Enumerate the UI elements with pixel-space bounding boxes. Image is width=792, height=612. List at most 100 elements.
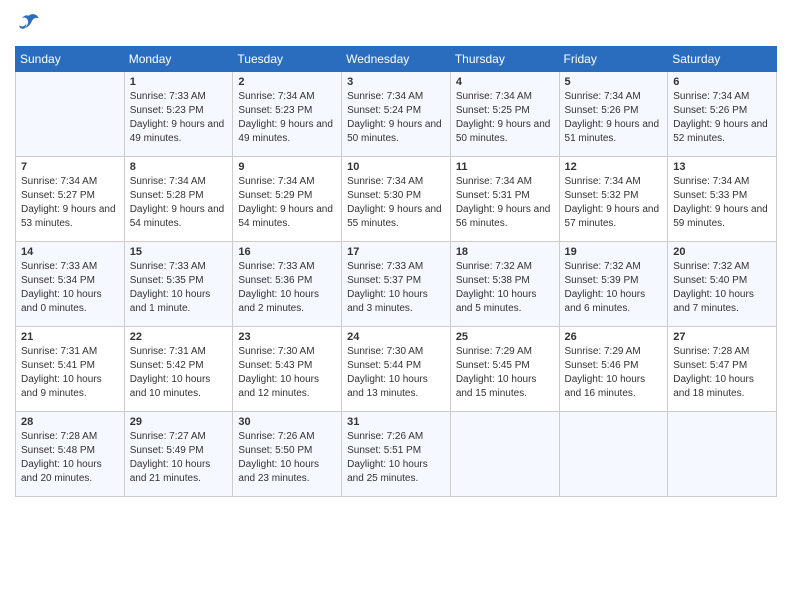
day-number: 9 xyxy=(238,161,336,173)
day-info: Sunrise: 7:34 AMSunset: 5:24 PMDaylight:… xyxy=(347,90,445,146)
calendar-cell: 12 Sunrise: 7:34 AMSunset: 5:32 PMDayligh… xyxy=(559,157,668,242)
calendar-cell: 16Sunrise: 7:33 AMSunset: 5:36 PMDayligh… xyxy=(233,242,342,327)
day-number: 10 xyxy=(347,161,445,173)
calendar-week-row: 1 Sunrise: 7:33 AMSunset: 5:23 PMDaylight… xyxy=(16,72,777,157)
calendar-cell: 1 Sunrise: 7:33 AMSunset: 5:23 PMDaylight… xyxy=(124,72,233,157)
page-container: SundayMondayTuesdayWednesdayThursdayFrid… xyxy=(0,0,792,507)
calendar-cell: 5 Sunrise: 7:34 AMSunset: 5:26 PMDaylight… xyxy=(559,72,668,157)
calendar-cell: 30Sunrise: 7:26 AMSunset: 5:50 PMDayligh… xyxy=(233,412,342,497)
day-number: 12 xyxy=(565,161,663,173)
calendar-cell: 26 Sunrise: 7:29 AMSunset: 5:46 PMDayligh… xyxy=(559,327,668,412)
calendar-cell: 15Sunrise: 7:33 AMSunset: 5:35 PMDayligh… xyxy=(124,242,233,327)
day-number: 2 xyxy=(238,76,336,88)
calendar-cell: 31 Sunrise: 7:26 AMSunset: 5:51 PMDayligh… xyxy=(342,412,451,497)
day-info: Sunrise: 7:34 AMSunset: 5:27 PMDaylight:… xyxy=(21,175,119,231)
day-info: Sunrise: 7:29 AMSunset: 5:46 PMDaylight:… xyxy=(565,345,663,401)
day-info: Sunrise: 7:28 AMSunset: 5:47 PMDaylight:… xyxy=(673,345,771,401)
calendar-cell: 28 Sunrise: 7:28 AMSunset: 5:48 PMDayligh… xyxy=(16,412,125,497)
calendar-cell xyxy=(450,412,559,497)
calendar-week-row: 14Sunrise: 7:33 AMSunset: 5:34 PMDayligh… xyxy=(16,242,777,327)
calendar-cell: 20Sunrise: 7:32 AMSunset: 5:40 PMDayligh… xyxy=(668,242,777,327)
calendar-cell: 4 Sunrise: 7:34 AMSunset: 5:25 PMDaylight… xyxy=(450,72,559,157)
day-number: 6 xyxy=(673,76,771,88)
day-number: 27 xyxy=(673,331,771,343)
weekday-header: Thursday xyxy=(450,47,559,72)
calendar-cell: 8 Sunrise: 7:34 AMSunset: 5:28 PMDaylight… xyxy=(124,157,233,242)
day-info: Sunrise: 7:33 AMSunset: 5:35 PMDaylight:… xyxy=(130,260,228,316)
day-info: Sunrise: 7:26 AMSunset: 5:51 PMDaylight:… xyxy=(347,430,445,486)
logo xyxy=(15,10,47,38)
day-info: Sunrise: 7:30 AMSunset: 5:44 PMDaylight:… xyxy=(347,345,445,401)
day-info: Sunrise: 7:34 AMSunset: 5:30 PMDaylight:… xyxy=(347,175,445,231)
day-info: Sunrise: 7:34 AMSunset: 5:23 PMDaylight:… xyxy=(238,90,336,146)
day-info: Sunrise: 7:33 AMSunset: 5:23 PMDaylight:… xyxy=(130,90,228,146)
day-number: 28 xyxy=(21,416,119,428)
weekday-header-row: SundayMondayTuesdayWednesdayThursdayFrid… xyxy=(16,47,777,72)
calendar-cell: 18Sunrise: 7:32 AMSunset: 5:38 PMDayligh… xyxy=(450,242,559,327)
day-info: Sunrise: 7:29 AMSunset: 5:45 PMDaylight:… xyxy=(456,345,554,401)
day-info: Sunrise: 7:27 AMSunset: 5:49 PMDaylight:… xyxy=(130,430,228,486)
day-number: 14 xyxy=(21,246,119,258)
day-number: 7 xyxy=(21,161,119,173)
day-info: Sunrise: 7:33 AMSunset: 5:36 PMDaylight:… xyxy=(238,260,336,316)
calendar-cell: 23 Sunrise: 7:30 AMSunset: 5:43 PMDayligh… xyxy=(233,327,342,412)
calendar-cell xyxy=(668,412,777,497)
calendar-cell: 9 Sunrise: 7:34 AMSunset: 5:29 PMDaylight… xyxy=(233,157,342,242)
calendar-cell: 22 Sunrise: 7:31 AMSunset: 5:42 PMDayligh… xyxy=(124,327,233,412)
day-info: Sunrise: 7:32 AMSunset: 5:40 PMDaylight:… xyxy=(673,260,771,316)
day-number: 11 xyxy=(456,161,554,173)
weekday-header: Tuesday xyxy=(233,47,342,72)
calendar-cell: 7 Sunrise: 7:34 AMSunset: 5:27 PMDaylight… xyxy=(16,157,125,242)
calendar-week-row: 28 Sunrise: 7:28 AMSunset: 5:48 PMDayligh… xyxy=(16,412,777,497)
day-number: 5 xyxy=(565,76,663,88)
day-info: Sunrise: 7:32 AMSunset: 5:39 PMDaylight:… xyxy=(565,260,663,316)
day-number: 25 xyxy=(456,331,554,343)
calendar-cell: 19 Sunrise: 7:32 AMSunset: 5:39 PMDayligh… xyxy=(559,242,668,327)
weekday-header: Sunday xyxy=(16,47,125,72)
day-number: 1 xyxy=(130,76,228,88)
day-number: 26 xyxy=(565,331,663,343)
day-number: 23 xyxy=(238,331,336,343)
weekday-header: Saturday xyxy=(668,47,777,72)
day-number: 8 xyxy=(130,161,228,173)
day-number: 21 xyxy=(21,331,119,343)
day-info: Sunrise: 7:33 AMSunset: 5:37 PMDaylight:… xyxy=(347,260,445,316)
calendar-cell: 11 Sunrise: 7:34 AMSunset: 5:31 PMDayligh… xyxy=(450,157,559,242)
calendar-cell: 14Sunrise: 7:33 AMSunset: 5:34 PMDayligh… xyxy=(16,242,125,327)
day-info: Sunrise: 7:34 AMSunset: 5:28 PMDaylight:… xyxy=(130,175,228,231)
day-number: 13 xyxy=(673,161,771,173)
calendar-week-row: 21 Sunrise: 7:31 AMSunset: 5:41 PMDayligh… xyxy=(16,327,777,412)
day-number: 17 xyxy=(347,246,445,258)
calendar-cell: 2 Sunrise: 7:34 AMSunset: 5:23 PMDaylight… xyxy=(233,72,342,157)
day-info: Sunrise: 7:34 AMSunset: 5:25 PMDaylight:… xyxy=(456,90,554,146)
day-number: 4 xyxy=(456,76,554,88)
day-info: Sunrise: 7:34 AMSunset: 5:33 PMDaylight:… xyxy=(673,175,771,231)
calendar-cell: 29 Sunrise: 7:27 AMSunset: 5:49 PMDayligh… xyxy=(124,412,233,497)
calendar-cell: 24 Sunrise: 7:30 AMSunset: 5:44 PMDayligh… xyxy=(342,327,451,412)
day-info: Sunrise: 7:34 AMSunset: 5:26 PMDaylight:… xyxy=(673,90,771,146)
day-number: 29 xyxy=(130,416,228,428)
day-number: 19 xyxy=(565,246,663,258)
day-info: Sunrise: 7:34 AMSunset: 5:29 PMDaylight:… xyxy=(238,175,336,231)
day-number: 22 xyxy=(130,331,228,343)
calendar-cell: 10 Sunrise: 7:34 AMSunset: 5:30 PMDayligh… xyxy=(342,157,451,242)
weekday-header: Monday xyxy=(124,47,233,72)
calendar-cell xyxy=(559,412,668,497)
day-info: Sunrise: 7:34 AMSunset: 5:26 PMDaylight:… xyxy=(565,90,663,146)
day-info: Sunrise: 7:31 AMSunset: 5:42 PMDaylight:… xyxy=(130,345,228,401)
logo-bird-icon xyxy=(15,10,43,38)
calendar-cell: 17 Sunrise: 7:33 AMSunset: 5:37 PMDayligh… xyxy=(342,242,451,327)
calendar-cell: 21 Sunrise: 7:31 AMSunset: 5:41 PMDayligh… xyxy=(16,327,125,412)
calendar-cell: 3Sunrise: 7:34 AMSunset: 5:24 PMDaylight… xyxy=(342,72,451,157)
day-number: 30 xyxy=(238,416,336,428)
day-info: Sunrise: 7:31 AMSunset: 5:41 PMDaylight:… xyxy=(21,345,119,401)
calendar-cell: 13 Sunrise: 7:34 AMSunset: 5:33 PMDayligh… xyxy=(668,157,777,242)
day-info: Sunrise: 7:30 AMSunset: 5:43 PMDaylight:… xyxy=(238,345,336,401)
day-number: 31 xyxy=(347,416,445,428)
day-info: Sunrise: 7:34 AMSunset: 5:32 PMDaylight:… xyxy=(565,175,663,231)
weekday-header: Friday xyxy=(559,47,668,72)
day-info: Sunrise: 7:34 AMSunset: 5:31 PMDaylight:… xyxy=(456,175,554,231)
day-number: 24 xyxy=(347,331,445,343)
calendar-week-row: 7 Sunrise: 7:34 AMSunset: 5:27 PMDaylight… xyxy=(16,157,777,242)
day-info: Sunrise: 7:28 AMSunset: 5:48 PMDaylight:… xyxy=(21,430,119,486)
